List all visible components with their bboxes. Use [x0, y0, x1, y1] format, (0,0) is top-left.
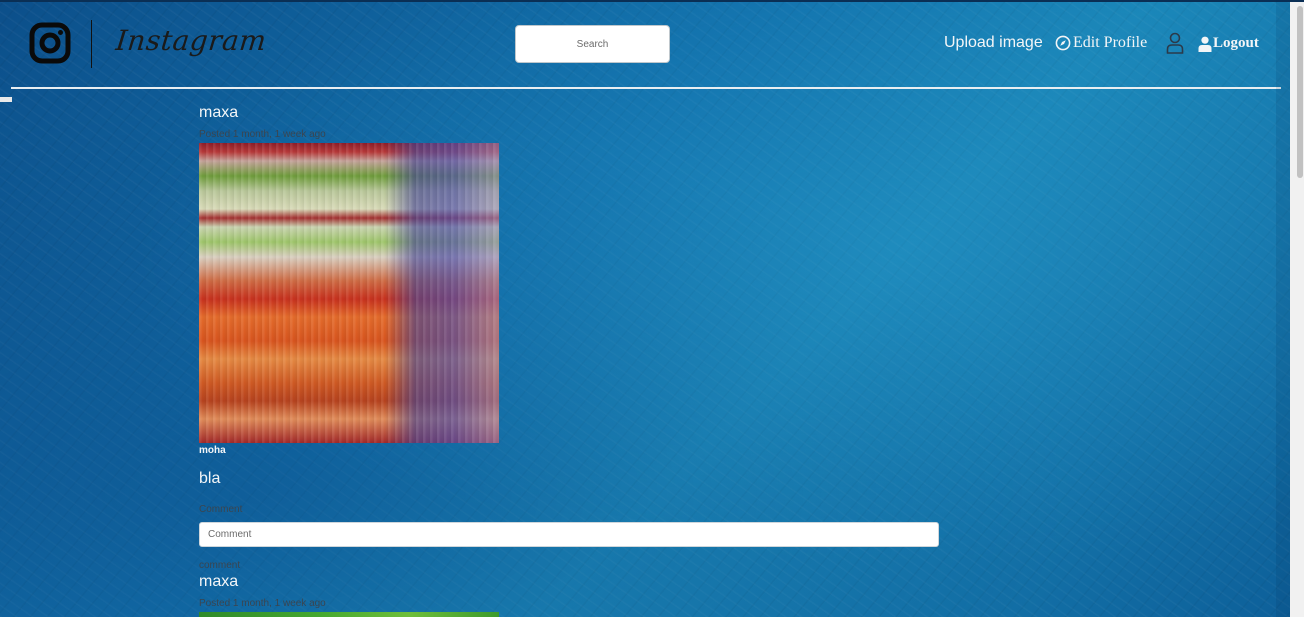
post-caption: bla	[199, 470, 221, 487]
edit-profile-label: Edit Profile	[1073, 34, 1148, 51]
person-outline-icon[interactable]	[1166, 32, 1184, 54]
edit-profile-link[interactable]: Edit Profile	[1055, 34, 1147, 52]
instagram-logo-icon[interactable]	[29, 22, 71, 64]
comment-input[interactable]	[199, 522, 939, 547]
post-username[interactable]: maxa	[199, 573, 238, 591]
post-image[interactable]	[199, 143, 499, 443]
post-username[interactable]: maxa	[199, 104, 238, 122]
navbar: Instagram Upload image Edit Profile Logo…	[0, 0, 1290, 88]
post-image[interactable]	[199, 612, 499, 617]
left-edge-tab	[0, 97, 12, 102]
comment-label: Comment	[199, 504, 243, 515]
post-timestamp: Posted 1 month, 1 week ago	[199, 598, 326, 609]
logo-separator	[91, 20, 92, 68]
right-shade	[1276, 0, 1290, 617]
brand-wordmark[interactable]: Instagram	[114, 24, 268, 57]
logout-link[interactable]: Logout	[1198, 35, 1259, 52]
upload-image-link[interactable]: Upload image	[944, 34, 1043, 52]
caption-username: moha	[199, 445, 226, 456]
comment-item: comment	[199, 560, 241, 571]
scrollbar-thumb[interactable]	[1297, 6, 1303, 178]
person-filled-icon	[1198, 36, 1212, 52]
post-timestamp: Posted 1 month, 1 week ago	[199, 129, 326, 140]
search-input[interactable]	[515, 25, 670, 63]
navbar-divider	[11, 87, 1281, 89]
compass-icon	[1055, 35, 1071, 51]
logout-label: Logout	[1213, 35, 1259, 51]
